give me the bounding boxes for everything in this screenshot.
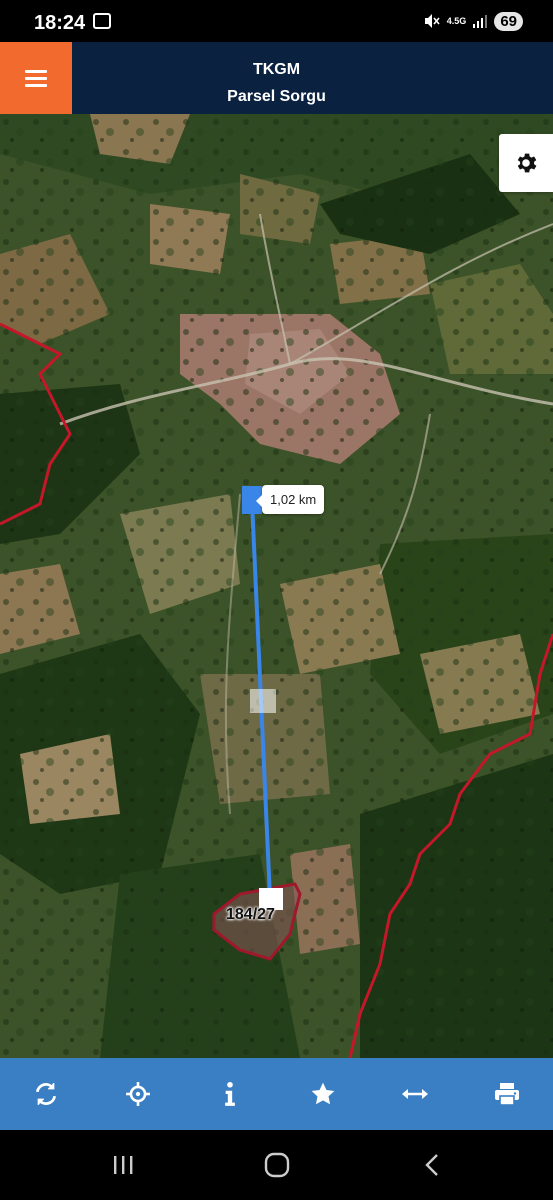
signal-icon — [473, 15, 488, 28]
app-header: TKGM Parsel Sorgu — [0, 42, 553, 114]
status-bar: 18:24 4.5G 69 — [0, 0, 553, 42]
home-icon — [264, 1152, 290, 1178]
refresh-icon — [36, 1083, 57, 1105]
recent-apps-icon — [114, 1156, 133, 1174]
back-icon — [425, 1154, 438, 1176]
refresh-button[interactable] — [23, 1071, 69, 1117]
page-subtitle: Parsel Sorgu — [227, 88, 326, 105]
locate-icon — [126, 1082, 151, 1106]
gear-icon — [517, 153, 537, 173]
measure-button[interactable] — [392, 1071, 438, 1117]
back-button[interactable] — [418, 1152, 448, 1178]
measure-mid-handle — [250, 689, 276, 713]
measure-icon — [401, 1089, 428, 1099]
network-label: 4.5G — [446, 15, 467, 26]
info-icon — [225, 1081, 236, 1106]
screen-record-icon — [93, 13, 111, 29]
print-icon — [494, 1083, 519, 1106]
settings-button[interactable] — [499, 134, 553, 192]
home-button[interactable] — [262, 1152, 292, 1178]
info-button[interactable] — [207, 1071, 253, 1117]
bottom-toolbar — [0, 1058, 553, 1130]
favorite-button[interactable] — [300, 1071, 346, 1117]
locate-button[interactable] — [115, 1071, 161, 1117]
battery-badge: 69 — [494, 11, 523, 31]
page-title: TKGM — [252, 61, 301, 78]
satellite-map[interactable] — [0, 114, 553, 1058]
print-button[interactable] — [484, 1071, 530, 1117]
status-icons: 4.5G 69 — [423, 10, 523, 32]
recent-apps-button[interactable] — [108, 1152, 138, 1178]
map-view[interactable]: 1,02 km 184/27 — [0, 114, 553, 1058]
parcel-label[interactable]: 184/27 — [226, 906, 275, 924]
mute-icon — [424, 14, 440, 28]
distance-label: 1,02 km — [255, 485, 325, 514]
star-icon — [311, 1082, 334, 1105]
system-nav-bar — [0, 1130, 553, 1200]
status-time: 18:24 — [34, 12, 86, 34]
